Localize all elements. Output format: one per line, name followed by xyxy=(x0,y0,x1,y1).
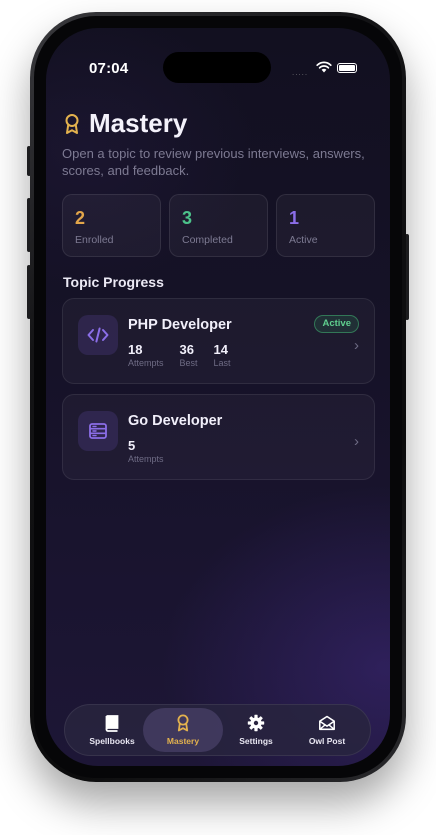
tab-label: Owl Post xyxy=(308,736,346,746)
stat-label: Active xyxy=(289,234,318,246)
status-bar: 07:04 ..... xyxy=(46,28,390,83)
stat-label: Enrolled xyxy=(75,234,114,246)
section-title: Topic Progress xyxy=(63,274,164,290)
envelope-icon xyxy=(319,715,335,731)
chevron-right-icon: › xyxy=(354,433,359,450)
metric-best: 36 Best xyxy=(179,342,198,369)
gear-icon xyxy=(247,714,265,732)
stat-card-completed: 3 Completed xyxy=(169,194,268,257)
tab-settings[interactable]: Settings xyxy=(216,708,296,752)
status-time: 07:04 xyxy=(89,60,129,77)
metric-value: 18 xyxy=(128,342,143,357)
status-badge: Active xyxy=(314,315,359,333)
page-title: Mastery xyxy=(89,108,188,138)
chevron-right-icon: › xyxy=(354,337,359,354)
award-icon xyxy=(177,714,189,732)
metric-label: Last xyxy=(213,358,231,368)
stat-card-active: 1 Active xyxy=(276,194,375,257)
tab-label: Settings xyxy=(239,736,273,746)
stat-value: 3 xyxy=(182,208,193,228)
page-subtitle: Open a topic to review previous intervie… xyxy=(62,146,365,178)
topic-name: PHP Developer xyxy=(128,317,232,333)
phone-bezel: 07:04 ..... Mastery Open a topic to revi… xyxy=(34,16,402,778)
code-icon xyxy=(87,327,109,343)
metric-label: Best xyxy=(179,358,198,368)
battery-icon xyxy=(337,63,357,73)
tab-spellbooks[interactable]: Spellbooks xyxy=(72,708,152,752)
stat-label: Completed xyxy=(182,234,233,246)
stat-value: 2 xyxy=(75,208,86,228)
metric-label: Attempts xyxy=(128,454,164,464)
wifi-icon xyxy=(316,61,332,73)
topic-icon-container xyxy=(78,315,118,355)
metric-value: 5 xyxy=(128,438,136,453)
page-header: Mastery xyxy=(63,108,187,139)
topic-card-php[interactable]: PHP Developer Active 18 Attempts 36 Best… xyxy=(62,298,375,384)
stat-card-enrolled: 2 Enrolled xyxy=(62,194,161,257)
topic-metrics: 5 Attempts xyxy=(128,438,164,465)
server-icon xyxy=(89,423,107,439)
book-icon xyxy=(105,715,119,732)
tab-mastery[interactable]: Mastery xyxy=(143,708,223,752)
stat-value: 1 xyxy=(289,208,300,228)
metric-attempts: 5 Attempts xyxy=(128,438,164,465)
tab-label: Spellbooks xyxy=(89,736,135,746)
tab-owl-post[interactable]: Owl Post xyxy=(287,708,367,752)
app-screen: 07:04 ..... Mastery Open a topic to revi… xyxy=(46,28,390,766)
topic-card-go[interactable]: Go Developer 5 Attempts › xyxy=(62,394,375,480)
metric-value: 36 xyxy=(179,342,194,357)
topic-icon-container xyxy=(78,411,118,451)
stats-row: 2 Enrolled 3 Completed 1 Active xyxy=(62,194,375,257)
metric-value: 14 xyxy=(213,342,228,357)
award-icon xyxy=(65,113,79,134)
metric-label: Attempts xyxy=(128,358,164,368)
phone-frame: 07:04 ..... Mastery Open a topic to revi… xyxy=(30,12,406,782)
metric-attempts: 18 Attempts xyxy=(128,342,164,369)
topic-metrics: 18 Attempts 36 Best 14 Last xyxy=(128,342,231,369)
tab-label: Mastery xyxy=(166,736,200,746)
dynamic-island xyxy=(163,52,271,83)
topic-name: Go Developer xyxy=(128,413,223,429)
cellular-signal-icon: ..... xyxy=(292,68,309,77)
tab-bar: Spellbooks Mastery Settings Owl Post xyxy=(64,704,371,756)
metric-last: 14 Last xyxy=(213,342,231,369)
